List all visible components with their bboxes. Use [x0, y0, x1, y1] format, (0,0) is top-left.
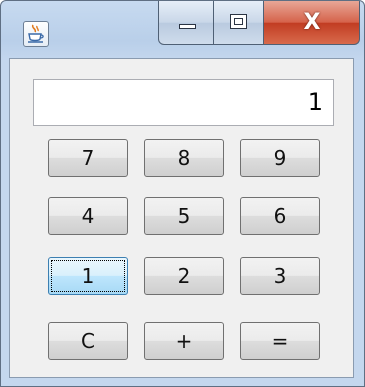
display-field[interactable]: 1 [33, 79, 334, 126]
minimize-icon [179, 24, 196, 29]
java-cup-icon[interactable] [23, 21, 49, 47]
caption-buttons: X [158, 1, 360, 45]
key-4-button[interactable]: 4 [48, 197, 128, 235]
key-9-button[interactable]: 9 [240, 139, 320, 177]
maximize-button[interactable] [214, 1, 264, 45]
equals-button[interactable]: = [240, 322, 320, 360]
maximize-icon [230, 14, 247, 29]
key-8-button[interactable]: 8 [144, 139, 224, 177]
close-button[interactable]: X [264, 1, 360, 45]
calculator-window: X 1 7 8 9 4 5 6 1 2 3 C + = [0, 0, 365, 387]
title-bar[interactable]: X [1, 1, 364, 55]
key-1-button[interactable]: 1 [48, 257, 128, 295]
key-7-button[interactable]: 7 [48, 139, 128, 177]
key-3-button[interactable]: 3 [240, 257, 320, 295]
key-6-button[interactable]: 6 [240, 197, 320, 235]
plus-button[interactable]: + [144, 322, 224, 360]
key-5-button[interactable]: 5 [144, 197, 224, 235]
close-icon: X [303, 10, 321, 35]
clear-button[interactable]: C [48, 322, 128, 360]
key-2-button[interactable]: 2 [144, 257, 224, 295]
calculator-panel: 1 7 8 9 4 5 6 1 2 3 C + = [9, 58, 354, 378]
minimize-button[interactable] [158, 1, 214, 45]
